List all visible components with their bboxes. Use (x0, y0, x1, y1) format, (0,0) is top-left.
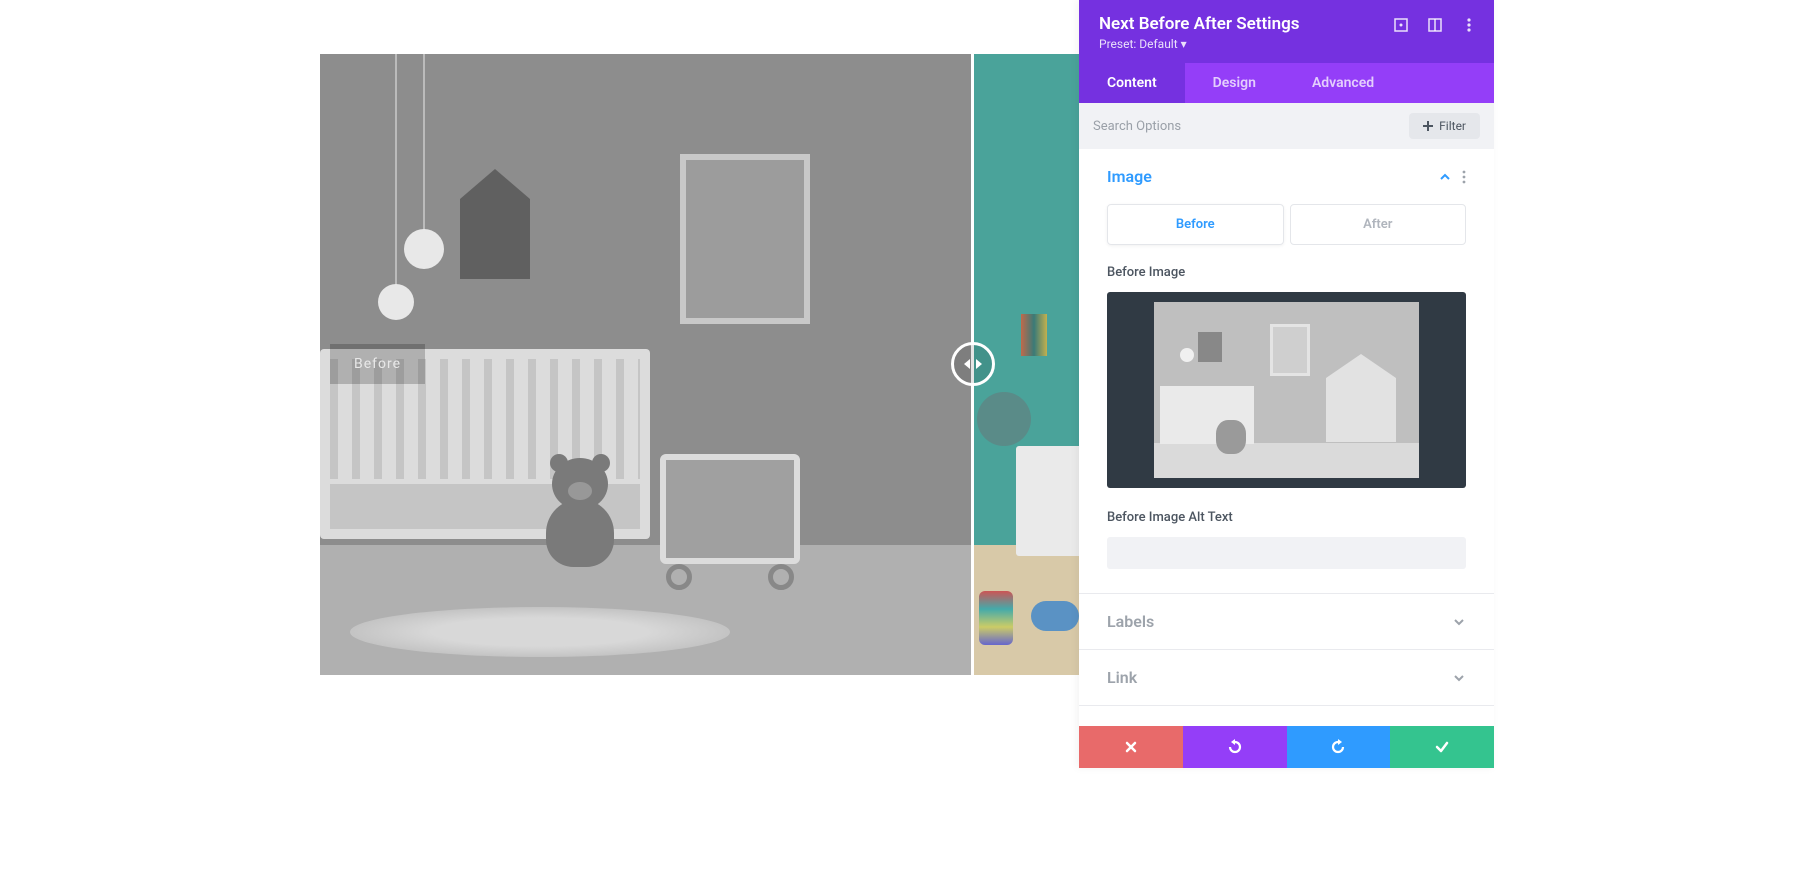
section-labels-title: Labels (1107, 612, 1154, 631)
before-image-thumbnail (1154, 302, 1419, 478)
chevron-down-icon (1452, 671, 1466, 685)
section-image: Image Before After Before Image (1079, 149, 1494, 594)
check-icon (1434, 739, 1450, 755)
close-icon (1124, 740, 1138, 754)
section-labels: Labels (1079, 594, 1494, 650)
before-after-preview[interactable]: Before (320, 54, 1080, 675)
save-button[interactable] (1390, 726, 1494, 768)
chevron-down-icon (1452, 615, 1466, 629)
before-alt-field-label: Before Image Alt Text (1107, 510, 1466, 525)
responsive-view-icon[interactable] (1394, 18, 1408, 32)
subtab-after[interactable]: After (1290, 204, 1467, 245)
filter-label: Filter (1439, 119, 1466, 133)
section-link-title: Link (1107, 668, 1137, 687)
panel-layout-icon[interactable] (1428, 18, 1442, 32)
section-image-title: Image (1107, 167, 1152, 186)
slider-handle[interactable] (951, 342, 995, 386)
search-input[interactable] (1093, 119, 1399, 134)
tab-advanced[interactable]: Advanced (1284, 63, 1402, 103)
panel-body[interactable]: Image Before After Before Image (1079, 149, 1494, 768)
cancel-button[interactable] (1079, 726, 1183, 768)
image-subtabs: Before After (1107, 204, 1466, 245)
before-alt-input[interactable] (1107, 537, 1466, 569)
main-tabs: Content Design Advanced (1079, 63, 1494, 103)
before-image-picker[interactable] (1107, 292, 1466, 488)
preset-selector[interactable]: Preset: Default ▾ (1099, 37, 1474, 51)
tab-content[interactable]: Content (1079, 63, 1185, 103)
section-labels-header[interactable]: Labels (1079, 594, 1494, 649)
section-more-icon[interactable] (1462, 170, 1466, 184)
search-row: Filter (1079, 103, 1494, 149)
section-link-header[interactable]: Link (1079, 650, 1494, 705)
settings-panel: Next Before After Settings Preset: Defau… (1079, 0, 1494, 768)
section-link: Link (1079, 650, 1494, 706)
panel-footer (1079, 726, 1494, 768)
more-options-icon[interactable] (1462, 18, 1476, 32)
redo-icon (1330, 739, 1346, 755)
subtab-before[interactable]: Before (1107, 204, 1284, 245)
redo-button[interactable] (1287, 726, 1391, 768)
filter-button[interactable]: Filter (1409, 113, 1480, 139)
panel-header: Next Before After Settings Preset: Defau… (1079, 0, 1494, 63)
before-image-field-label: Before Image (1107, 265, 1466, 280)
tab-design[interactable]: Design (1185, 63, 1284, 103)
undo-icon (1227, 739, 1243, 755)
section-image-header[interactable]: Image (1079, 149, 1494, 204)
before-label: Before (330, 344, 425, 384)
before-image-pane: Before (320, 54, 971, 675)
chevron-up-icon (1438, 170, 1452, 184)
undo-button[interactable] (1183, 726, 1287, 768)
